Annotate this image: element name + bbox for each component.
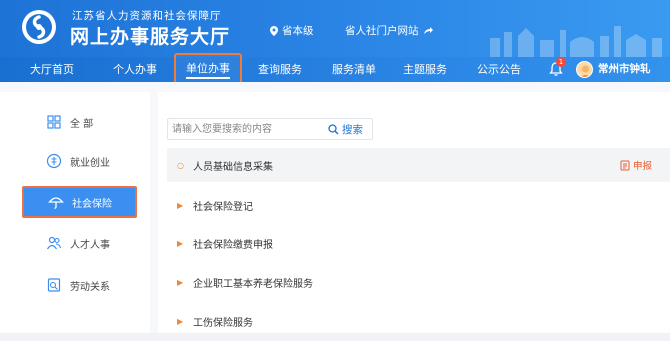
document-icon [47,278,61,292]
nav-item-label: 个人办事 [113,63,157,76]
sidebar-item-labor[interactable]: 劳动关系 [22,269,137,301]
service-item-label: 社会保险登记 [193,201,253,213]
nav-item-label: 主题服务 [403,63,447,76]
nav-item-label: 查询服务 [258,63,302,76]
sidebar-item-label: 全 部 [70,118,94,130]
service-item-basic-info[interactable]: ○ 人员基础信息采集 申报 [167,148,670,182]
location-pin-icon [270,25,278,36]
nav-item-label: 公示公告 [477,63,521,76]
sidebar-item-label: 社会保险 [72,198,112,210]
caret-right-icon: ▶ [177,238,184,248]
search-bar: 搜索 [167,118,373,140]
nav-item-query[interactable]: 查询服务 [258,57,302,82]
service-item-label: 工伤保险服务 [193,317,253,329]
service-item-label: 人员基础信息采集 [193,161,273,173]
service-item-pension[interactable]: ▶ 企业职工基本养老保险服务 [167,265,670,299]
site-header: 江苏省人力资源和社会保障厅 网上办事服务大厅 省本级 省人社门户网站 [0,0,670,57]
logo-icon [26,14,52,40]
nav-item-unit[interactable]: 单位办事 [174,53,242,85]
hall-title: 网上办事服务大厅 [70,26,231,48]
portal-link[interactable]: 省人社门户网站 [345,23,433,38]
logo[interactable] [22,10,56,44]
sidebar-item-employment[interactable]: 就业创业 [22,145,137,177]
share-icon [423,27,433,34]
nav-item-home[interactable]: 大厅首页 [30,57,74,82]
service-item-label: 企业职工基本养老保险服务 [193,278,313,290]
service-item-label: 社会保险缴费申报 [193,239,273,251]
region-label: 省本级 [282,25,314,37]
sidebar-item-label: 人才人事 [70,239,110,251]
nav-item-service-list[interactable]: 服务清单 [332,57,376,82]
nav-item-label: 大厅首页 [30,63,74,76]
search-icon [328,123,339,134]
circle-marker-icon: ○ [177,160,184,170]
caret-right-icon: ▶ [177,200,184,210]
sidebar-item-social-insurance[interactable]: 社会保险 [22,186,137,218]
nav-item-label: 服务清单 [332,63,376,76]
search-button-label: 搜索 [342,123,363,136]
notification-badge: 1 [556,57,566,67]
sidebar-item-label: 就业创业 [70,157,110,169]
grid-icon [47,115,61,129]
service-item-registration[interactable]: ▶ 社会保险登记 [167,188,670,222]
region-selector[interactable]: 省本级 [270,23,314,38]
apply-button[interactable]: 申报 [620,148,652,182]
footer-strip [0,333,670,341]
search-button[interactable]: 搜索 [328,121,363,137]
nav-item-label: 单位办事 [186,62,230,79]
caret-right-icon: ▶ [177,316,184,326]
sidebar-item-label: 劳动关系 [70,281,110,293]
main-nav: 大厅首页 个人办事 单位办事 查询服务 服务清单 主题服务 公示公告 1 常州市… [0,53,670,85]
search-input[interactable] [172,121,322,137]
sidebar-item-talent[interactable]: 人才人事 [22,227,137,259]
coin-icon [46,153,62,169]
city-skyline-decoration [490,26,662,57]
org-name: 江苏省人力资源和社会保障厅 [72,10,222,22]
service-item-payment[interactable]: ▶ 社会保险缴费申报 [167,226,670,260]
sidebar-item-all[interactable]: 全 部 [22,106,137,138]
caret-right-icon: ▶ [177,277,184,287]
umbrella-icon [48,197,64,209]
people-icon [46,236,62,250]
user-avatar-icon [580,65,591,77]
apply-button-label: 申报 [632,161,652,172]
user-name[interactable]: 常州市钟轧 [598,57,651,82]
category-sidebar: 全 部 就业创业 社会保险 人才人事 劳动关系 [0,92,150,341]
form-icon [620,160,630,170]
nav-item-theme[interactable]: 主题服务 [403,57,447,82]
portal-link-label: 省人社门户网站 [345,25,419,37]
nav-item-personal[interactable]: 个人办事 [113,57,157,82]
nav-item-notice[interactable]: 公示公告 [477,57,521,82]
avatar[interactable] [576,61,593,78]
